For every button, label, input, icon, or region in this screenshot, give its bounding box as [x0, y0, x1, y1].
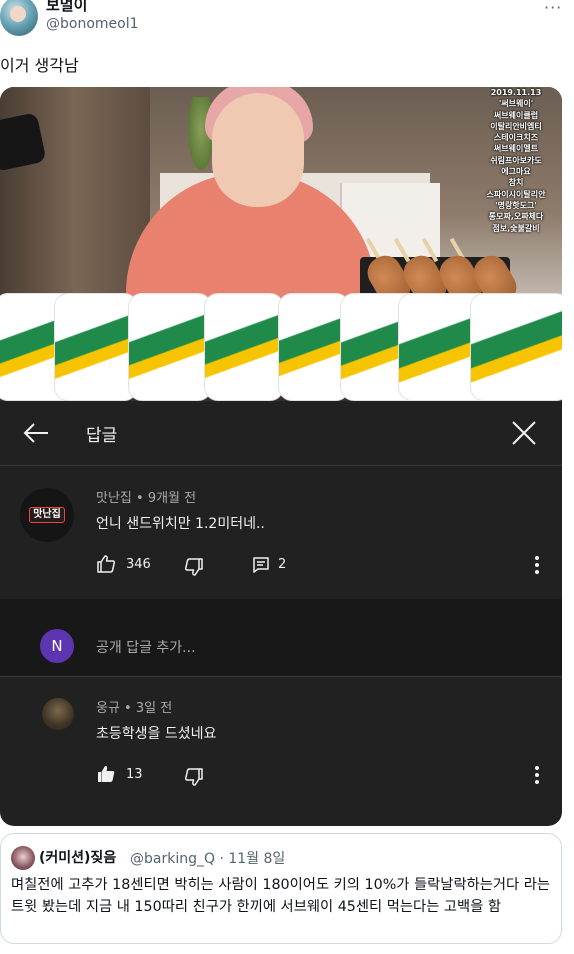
reply-like-count: 13	[126, 767, 143, 782]
avatar-logo-text: 맛난집	[29, 507, 65, 523]
menu-line: 점보,숯불갈비	[492, 223, 540, 233]
like-filled-icon[interactable]	[96, 764, 116, 784]
comment-text: 언니 샌드위치만 1.2미터네..	[96, 516, 265, 532]
dislike-outline-icon[interactable]	[184, 557, 204, 577]
replier-avatar[interactable]	[42, 698, 74, 730]
add-reply-input[interactable]: 공개 답글 추가...	[96, 637, 196, 657]
author-avatar[interactable]	[0, 0, 38, 36]
tweet-text: 이거 생각남	[0, 56, 79, 75]
sandwich-wrap	[204, 293, 284, 401]
sandwich-wrap	[470, 293, 562, 401]
video-thumbnail[interactable]: 2019.11.13 '써브웨이' 써브웨이클럽 이탈리안비엠티 스테이크치즈 …	[0, 87, 562, 401]
menu-line: 써브웨이멜트	[493, 144, 539, 154]
divider	[0, 676, 562, 677]
menu-line: 이탈리안비엠티	[490, 121, 542, 131]
reply-text: 초등학생을 드셨네요	[96, 726, 217, 742]
streamer-face	[212, 93, 304, 207]
menu-line: '명랑핫도그'	[495, 200, 537, 210]
like-count: 346	[126, 557, 151, 572]
more-options-icon[interactable]: ···	[544, 0, 562, 17]
menu-line: '써브웨이'	[498, 99, 534, 109]
close-icon[interactable]	[510, 419, 538, 447]
quoted-tweet[interactable]: (커미션)짖음 @barking_Q · 11월 8일 며칠전에 고추가 18센…	[0, 833, 562, 944]
dislike-outline-icon[interactable]	[184, 767, 204, 787]
reply-comment-icon[interactable]	[252, 556, 270, 574]
commenter-avatar[interactable]: 맛난집	[20, 488, 74, 542]
user-avatar[interactable]: N	[40, 629, 74, 663]
quoted-author-handle-time[interactable]: @barking_Q · 11월 8일	[130, 848, 285, 868]
like-outline-icon[interactable]	[96, 554, 116, 574]
menu-line: 스테이크치즈	[493, 133, 539, 143]
sandwich-wrap	[128, 293, 212, 401]
author-handle[interactable]: @bonomeol1	[46, 16, 139, 32]
menu-line: 쉬림프아보카도	[490, 155, 542, 165]
menu-line: 써브웨이클럽	[493, 110, 539, 120]
replies-title: 답글	[86, 426, 118, 446]
add-reply-area: N 공개 답글 추가...	[0, 599, 562, 676]
divider	[0, 465, 562, 466]
author-display-name[interactable]: 보멀이	[46, 0, 87, 15]
reply-meta: 웅규 • 3일 전	[96, 701, 173, 716]
quoted-author-name[interactable]: (커미션)짖음	[39, 847, 116, 867]
tweet-media[interactable]: 2019.11.13 '써브웨이' 써브웨이클럽 이탈리안비엠티 스테이크치즈 …	[0, 87, 562, 826]
comment-meta: 맛난집 • 9개월 전	[96, 491, 197, 506]
sandwich-wrap	[54, 293, 138, 401]
replies-header: 답글	[0, 401, 562, 465]
arrow-left-icon[interactable]	[22, 421, 50, 445]
menu-overlay-text: 2019.11.13 '써브웨이' 써브웨이클럽 이탈리안비엠티 스테이크치즈 …	[470, 87, 562, 234]
menu-line: 2019.11.13	[490, 88, 542, 97]
tweet-header: 보멀이 @bonomeol1 ···	[0, 0, 574, 44]
quoted-author-avatar[interactable]	[11, 846, 35, 870]
menu-line: 참치	[508, 178, 524, 188]
menu-line: 통모짜,오짜체다	[488, 212, 544, 222]
reply-more-icon[interactable]	[535, 766, 539, 784]
menu-line: 스파이시이탈리안	[486, 189, 546, 199]
quoted-tweet-text: 며칠전에 고추가 18센티면 박히는 사람이 180이어도 키의 10%가 들락…	[11, 877, 551, 915]
menu-line: 에그마요	[501, 167, 531, 177]
reply-count: 2	[278, 557, 287, 572]
comment-more-icon[interactable]	[535, 556, 539, 574]
